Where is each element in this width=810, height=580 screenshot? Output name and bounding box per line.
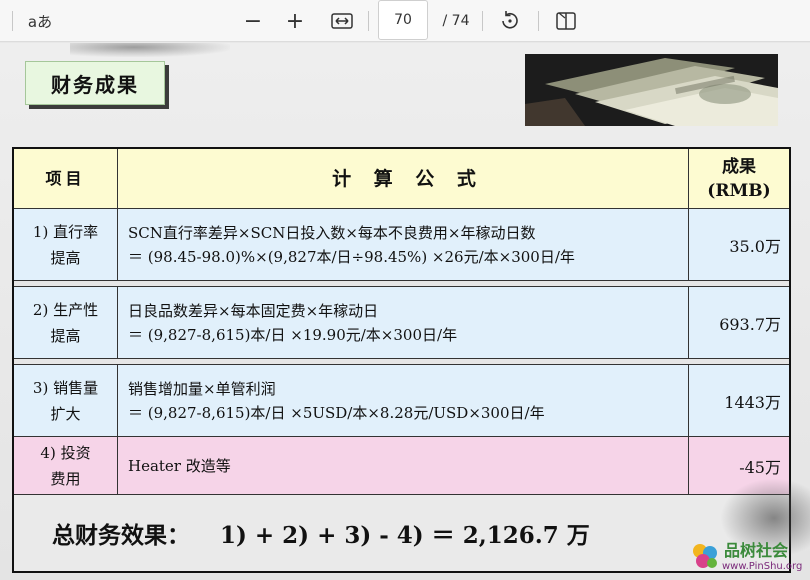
ink-wash-decoration [70, 43, 230, 57]
row-formula-line2: ＝ (98.45-98.0)%×(9,827本/日÷98.45%) ×26元/本… [128, 247, 575, 266]
table-row: 1) 直行率 提高 SCN直行率差异×SCN日投入数×每本不良费用×年稼动日数 ＝… [14, 209, 789, 281]
watermark-logo-icon [693, 544, 717, 568]
total-formula: 1) + 2) + 3) - 4) ＝ 2,126.7 万 [220, 522, 590, 549]
table-row: 2) 生产性 提高 日良品数差异×每本固定费×年稼动日 ＝ (9,827-8,61… [14, 287, 789, 359]
row-formula-line1: 销售增加量×单管利润 [128, 379, 276, 398]
zoom-out-button[interactable]: − [240, 0, 266, 42]
header-result-line1: 成果 [722, 156, 756, 177]
watermark-url: www.PinShu.org [722, 561, 803, 572]
row-result: 35.0万 [729, 236, 781, 256]
watermark: 品树社会 www.PinShu.org [688, 537, 810, 577]
zoom-out-icon: − [243, 8, 263, 34]
row-item: 3) 销售量 扩大 [14, 365, 118, 436]
row-item-line2: 费用 [50, 469, 81, 488]
header-formula-text: 计 算 公 式 [332, 167, 484, 190]
total-row: 总财务效果： 1) + 2) + 3) - 4) ＝ 2,126.7 万 [14, 495, 789, 571]
table-header-row: 项目 计 算 公 式 成果 (RMB) [14, 149, 789, 209]
header-formula: 计 算 公 式 [118, 149, 689, 208]
row-formula-line1: Heater 改造等 [128, 456, 231, 475]
money-photo [525, 54, 778, 126]
watermark-text: 品树社会 [724, 541, 789, 560]
row-formula: 日良品数差异×每本固定费×年稼动日 ＝ (9,827-8,615)本/日 ×19… [118, 287, 689, 358]
total-label: 总财务效果： [52, 522, 190, 549]
row-item: 4) 投资费用 [14, 437, 118, 494]
row-item-line1: 4) 投资 [40, 443, 91, 462]
row-item-line1: 2) 生产性 [32, 300, 99, 319]
rotate-button[interactable] [496, 0, 524, 42]
header-result: 成果 (RMB) [689, 149, 789, 208]
fit-width-icon [331, 13, 353, 29]
row-formula: SCN直行率差异×SCN日投入数×每本不良费用×年稼动日数 ＝ (98.45-9… [118, 209, 689, 280]
pdf-page: 财务成果 项目 计 算 公 式 成果 (RMB) 1) 直行率 提高 SCN直行… [0, 43, 810, 580]
toolbar-divider [368, 11, 369, 31]
row-formula: 销售增加量×单管利润 ＝ (9,827-8,615)本/日 ×5USD/本×8.… [118, 365, 689, 436]
header-item: 项目 [14, 149, 118, 208]
zoom-in-icon: + [285, 8, 305, 34]
row-result: 693.7万 [719, 314, 781, 334]
toolbar-divider [482, 11, 483, 31]
row-item-line1: 1) 直行率 [32, 222, 99, 241]
header-result-line2: (RMB) [707, 180, 771, 201]
row-formula-line2: ＝ (9,827-8,615)本/日 ×19.90元/本×300日/年 [128, 325, 458, 344]
row-formula-line1: SCN直行率差异×SCN日投入数×每本不良费用×年稼动日数 [128, 223, 536, 242]
row-result: 1443万 [724, 392, 781, 412]
toolbar-divider [12, 11, 13, 31]
toolbar-divider [538, 11, 539, 31]
row-item-line1: 3) 销售量 [32, 378, 99, 397]
draw-text-button[interactable]: aあ [22, 0, 58, 42]
rotate-icon [502, 11, 518, 29]
page-view-button[interactable] [552, 0, 580, 42]
fit-width-button[interactable] [328, 0, 356, 42]
row-item-line2: 提高 [50, 326, 81, 345]
row-formula-line1: 日良品数差异×每本固定费×年稼动日 [128, 301, 379, 320]
table-row: 4) 投资 费用 Heater 改造等 -45万 [14, 437, 789, 495]
row-formula: Heater 改造等 [118, 437, 689, 494]
row-item: 1) 直行率 提高 [14, 209, 118, 280]
page-total: / 74 [442, 13, 470, 29]
row-item: 2) 生产性 提高 [14, 287, 118, 358]
row-formula-line2: ＝ (9,827-8,615)本/日 ×5USD/本×8.28元/USD×300… [128, 403, 545, 422]
page-number-input[interactable]: 70 [378, 0, 428, 40]
slide-title: 财务成果 [25, 61, 165, 105]
row-item-line2: 扩大 [50, 404, 81, 423]
row-item-line2: 提高 [50, 248, 81, 267]
pdf-toolbar: aあ − + 70 / 74 [0, 0, 810, 42]
zoom-in-button[interactable]: + [282, 0, 308, 42]
two-page-icon [556, 12, 576, 30]
financial-results-table: 项目 计 算 公 式 成果 (RMB) 1) 直行率 提高 SCN直行率差异×SC… [12, 147, 791, 573]
table-row: 3) 销售量 扩大 销售增加量×单管利润 ＝ (9,827-8,615)本/日 ×… [14, 365, 789, 437]
